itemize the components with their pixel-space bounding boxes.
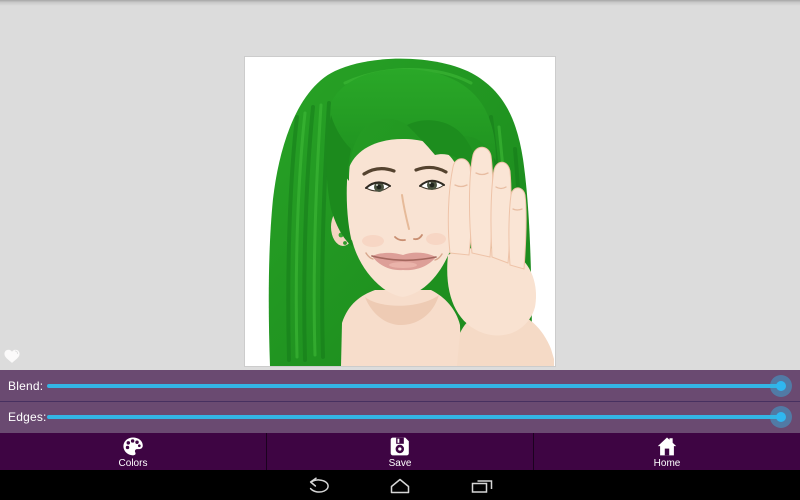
back-icon [309, 476, 329, 493]
favorite-button[interactable] [3, 347, 21, 365]
photo-canvas[interactable] [245, 57, 555, 366]
edges-slider-row: Edges: [0, 402, 800, 432]
blend-label: Blend: [8, 378, 44, 393]
nav-back-button[interactable] [305, 476, 331, 494]
home-icon [390, 478, 410, 493]
save-button-label: Save [388, 458, 412, 469]
palette-icon [123, 437, 143, 456]
home-icon [657, 437, 677, 456]
portrait-photo [245, 57, 555, 366]
edges-label: Edges: [8, 409, 47, 424]
blend-slider-thumb[interactable] [770, 374, 792, 397]
top-edge-shadow [0, 0, 800, 6]
edges-slider[interactable] [47, 402, 792, 432]
blend-slider-track[interactable] [47, 383, 781, 388]
blend-slider-row: Blend: [0, 370, 800, 402]
save-icon [390, 437, 409, 456]
nav-recents-button[interactable] [469, 477, 495, 494]
home-button[interactable]: Home [533, 433, 800, 470]
colors-button[interactable]: Colors [0, 433, 266, 470]
edges-slider-track[interactable] [47, 414, 781, 419]
edges-slider-thumb[interactable] [770, 405, 792, 428]
app-screen: Blend: Edges: Colors Save Home [0, 0, 800, 500]
adjustment-panel: Blend: Edges: [0, 370, 800, 433]
colors-button-label: Colors [118, 458, 148, 469]
save-button[interactable]: Save [266, 433, 533, 470]
home-button-label: Home [653, 458, 681, 469]
heart-icon [4, 349, 20, 363]
recents-icon [471, 479, 493, 493]
android-navbar [0, 470, 800, 500]
blend-slider[interactable] [47, 370, 792, 401]
nav-home-button[interactable] [387, 477, 413, 494]
bottom-toolbar: Colors Save Home [0, 433, 800, 470]
